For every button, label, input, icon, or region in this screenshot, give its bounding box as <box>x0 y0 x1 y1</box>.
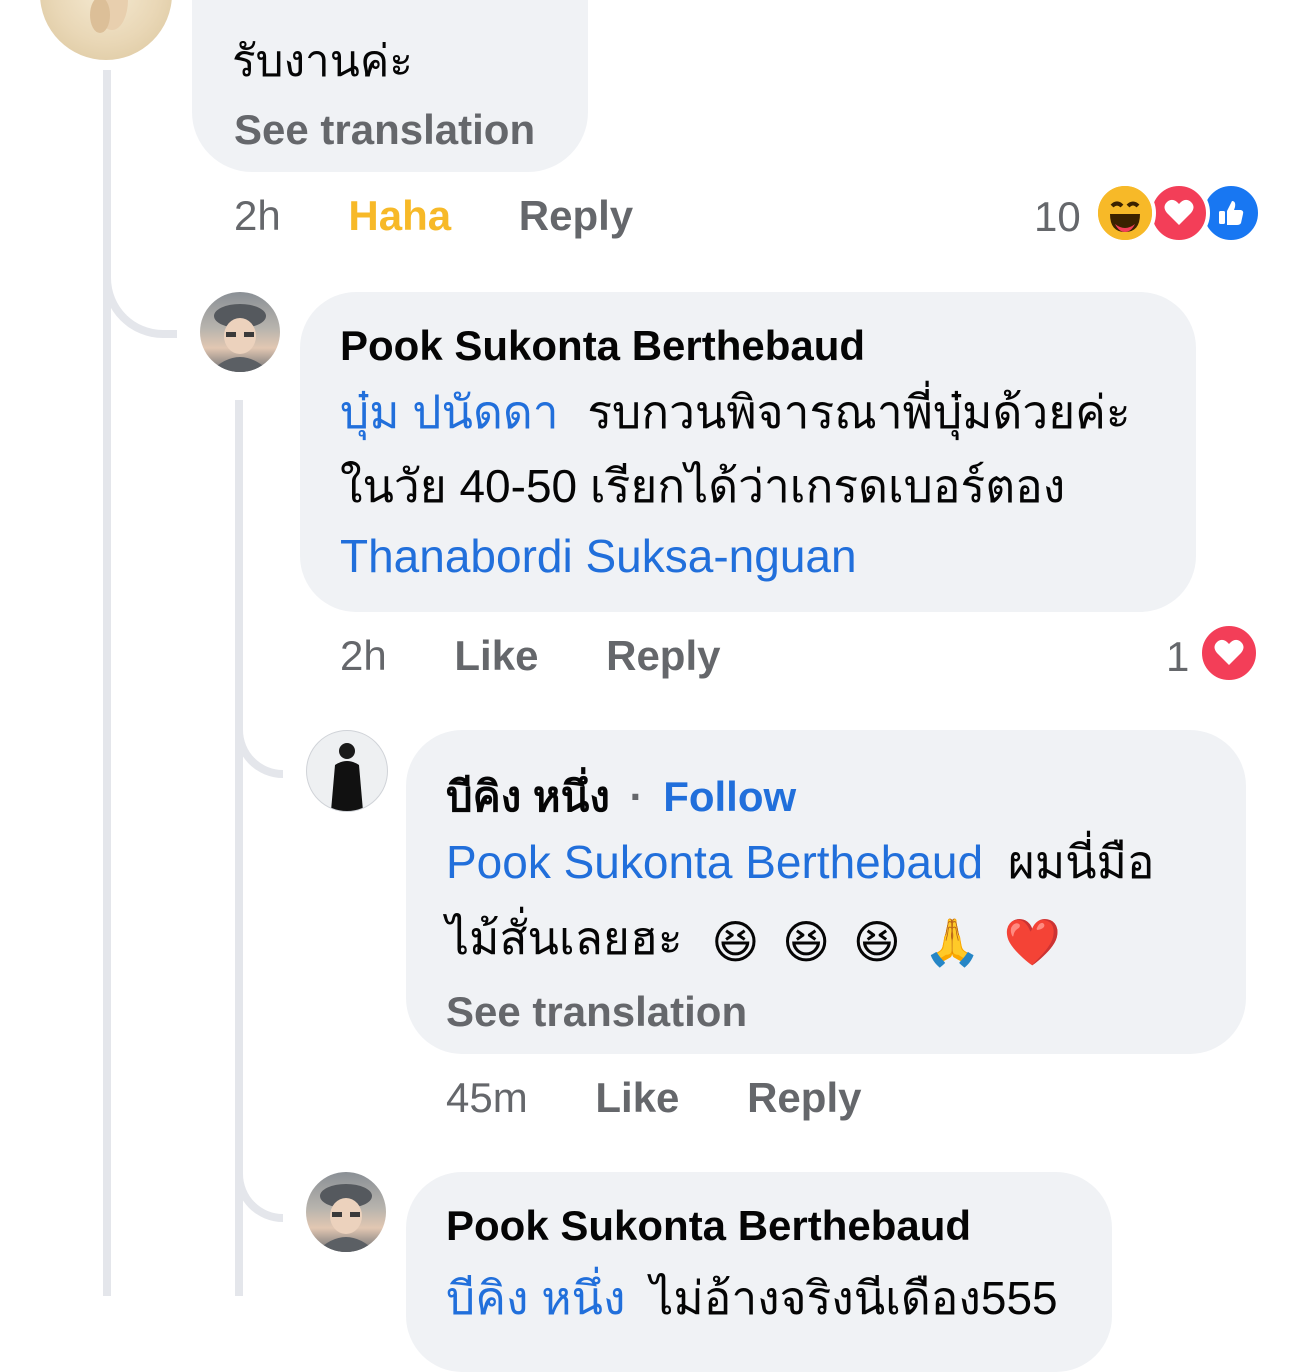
comment-text-line: ไม่อ้างจริงนีเดือง555 <box>650 1272 1058 1324</box>
thread-connector <box>103 240 177 338</box>
separator: · <box>629 773 644 820</box>
comment-time[interactable]: 2h <box>234 192 281 240</box>
laughing-emoji-icon: 😆 <box>711 915 760 968</box>
reply-button[interactable]: Reply <box>747 1074 861 1122</box>
comment-text-line: ผมนี่มือ <box>1007 836 1155 888</box>
mention-link[interactable]: บีคิง หนึ่ง <box>446 1272 625 1324</box>
comment-time[interactable]: 2h <box>340 632 387 680</box>
comment-author[interactable]: บีคิง หนึ่ง <box>446 773 610 820</box>
avatar[interactable] <box>200 292 280 372</box>
comment-meta: 45m Like Reply <box>446 1074 861 1122</box>
love-icon <box>1198 622 1260 684</box>
like-button[interactable]: Like <box>595 1074 679 1122</box>
comment-text: รับงานค่ะ <box>232 37 413 86</box>
see-translation-link[interactable]: See translation <box>446 988 747 1036</box>
reaction-count[interactable]: 1 <box>1166 633 1189 681</box>
comment-meta: 2h Haha Reply <box>234 192 633 240</box>
avatar[interactable] <box>306 730 388 812</box>
reaction-count[interactable]: 10 <box>1034 193 1081 241</box>
comment-text-line: รบกวนพิจารณาพี่บุ๋มด้วยค่ะ <box>587 386 1131 438</box>
comment-author-row: บีคิง หนึ่ง · Follow <box>446 764 796 830</box>
laughing-emoji-icon: 😆 <box>852 915 901 968</box>
mention-link[interactable]: Pook Sukonta Berthebaud <box>446 836 983 888</box>
folded-hands-icon: 🙏 <box>923 915 981 968</box>
comment-text-line: ในวัย 40-50 เรียกได้ว่าเกรดเบอร์ตอง <box>340 460 1066 512</box>
comment-time[interactable]: 45m <box>446 1074 528 1122</box>
comment-meta: 2h Like Reply <box>340 632 720 680</box>
comment-text-line2: ไม้สั่นเลยฮะ 😆 😆 😆 🙏 ❤️ <box>446 902 1071 978</box>
follow-button[interactable]: Follow <box>663 773 796 820</box>
haha-icon <box>1094 182 1156 244</box>
love-icon <box>1148 182 1210 244</box>
like-button[interactable]: Like <box>454 632 538 680</box>
comment-text: บุ๋ม ปนัดดา รบกวนพิจารณาพี่บุ๋มด้วยค่ะ <box>340 376 1131 448</box>
comment-bubble: บีคิง หนึ่ง · Follow Pook Sukonta Berthe… <box>406 730 1246 1054</box>
reply-button[interactable]: Reply <box>519 192 633 240</box>
haha-reaction-button[interactable]: Haha <box>348 192 451 240</box>
comment-text: บีคิง หนึ่ง ไม่อ้างจริงนีเดือง555 <box>446 1262 1058 1334</box>
comment-author[interactable]: Pook Sukonta Berthebaud <box>340 322 865 370</box>
comment-bubble: Pook Sukonta Berthebaud บุ๋ม ปนัดดา รบกว… <box>300 292 1196 612</box>
laughing-emoji-icon: 😆 <box>782 915 831 968</box>
avatar[interactable] <box>306 1172 386 1252</box>
see-translation-link[interactable]: See translation <box>234 106 535 154</box>
reply-button[interactable]: Reply <box>606 632 720 680</box>
mention-link[interactable]: Thanabordi Suksa-nguan <box>340 520 857 592</box>
comment-bubble: Pook Sukonta Berthebaud บีคิง หนึ่ง ไม่อ… <box>406 1172 1112 1372</box>
comment-bubble: รับงานค่ะ See translation <box>192 0 588 172</box>
comment-text-line: ไม้สั่นเลยฮะ <box>446 912 683 964</box>
red-heart-icon: ❤️ <box>1003 915 1062 968</box>
comment-text: Pook Sukonta Berthebaud ผมนี่มือ <box>446 826 1155 898</box>
mention-link[interactable]: บุ๋ม ปนัดดา <box>340 386 559 438</box>
comment-author[interactable]: Pook Sukonta Berthebaud <box>446 1202 971 1250</box>
avatar[interactable] <box>40 0 172 60</box>
